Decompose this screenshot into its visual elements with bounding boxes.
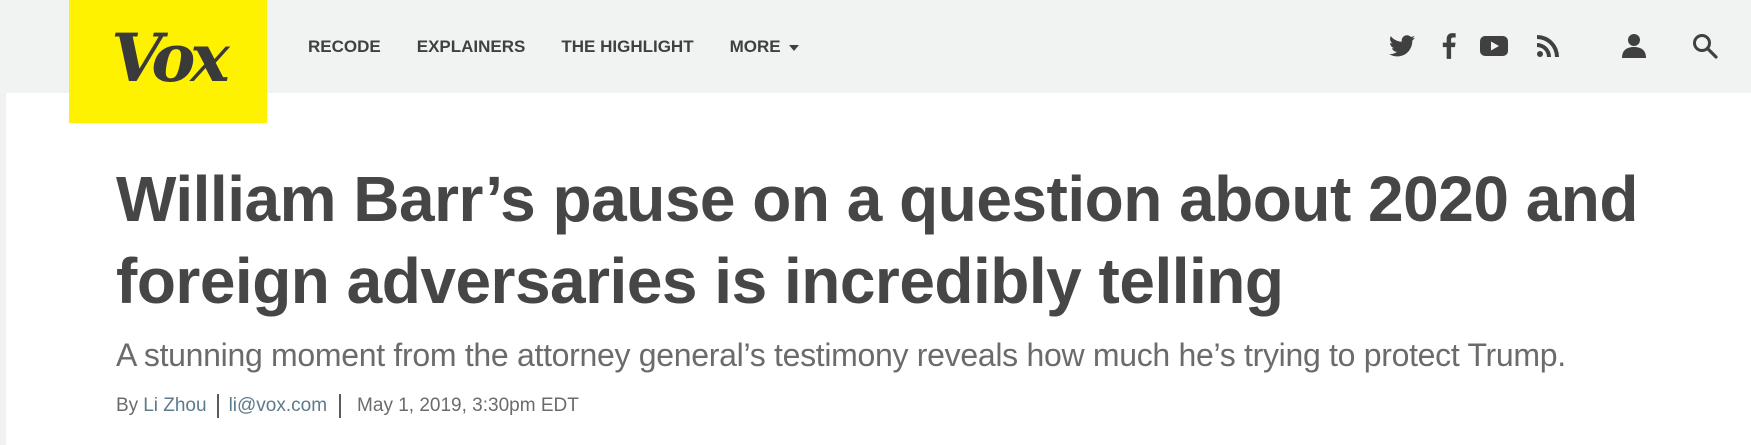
main-nav: RECODE EXPLAINERS THE HIGHLIGHT MORE	[308, 0, 835, 93]
caret-down-icon	[788, 44, 799, 51]
rss-icon[interactable]	[1533, 31, 1563, 61]
user-icon[interactable]	[1619, 31, 1649, 61]
nav-item-the-highlight[interactable]: THE HIGHLIGHT	[561, 37, 693, 57]
article-headline: William Barr’s pause on a question about…	[116, 163, 1638, 317]
nav-item-explainers[interactable]: EXPLAINERS	[417, 37, 526, 57]
author-email-link[interactable]: li@vox.com	[229, 393, 327, 419]
byline-divider	[339, 394, 342, 418]
publish-date: May 1, 2019, 3:30pm EDT	[357, 395, 579, 416]
byline: By Li Zhou li@vox.com May 1, 2019, 3:30p…	[116, 393, 579, 419]
nav-item-recode[interactable]: RECODE	[308, 37, 381, 57]
nav-item-more-label: MORE	[729, 36, 781, 56]
vox-logo-text: Vox	[111, 18, 230, 97]
author-link[interactable]: Li Zhou	[143, 393, 206, 419]
youtube-icon[interactable]	[1479, 31, 1509, 61]
vox-logo[interactable]: Vox	[69, 0, 267, 123]
byline-by: By	[116, 395, 139, 416]
search-icon[interactable]	[1690, 31, 1720, 61]
article-dek: A stunning moment from the attorney gene…	[116, 337, 1566, 373]
twitter-icon[interactable]	[1387, 31, 1417, 61]
byline-divider	[216, 394, 219, 418]
facebook-icon[interactable]	[1434, 31, 1464, 61]
nav-item-more[interactable]: MORE	[730, 37, 799, 57]
